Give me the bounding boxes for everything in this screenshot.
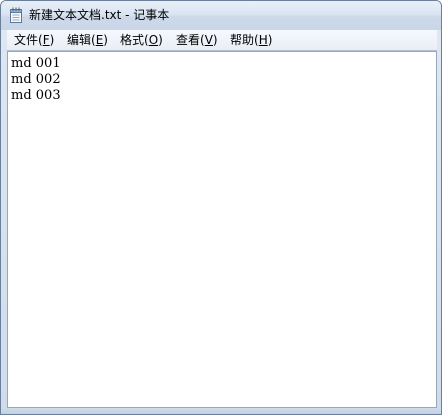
editor-line: md 002 (11, 72, 61, 87)
notepad-window: 新建文本文档.txt - 记事本 文件(F) 编辑(E) 格式(O) 查看(V)… (0, 0, 442, 415)
menu-view-suffix: ) (212, 33, 218, 47)
menu-file-label: 文件( (14, 33, 43, 47)
menu-view-accel: V (204, 33, 213, 47)
menu-format-suffix: ) (158, 33, 163, 47)
menu-bar: 文件(F) 编辑(E) 格式(O) 查看(V) 帮助(H) (7, 30, 437, 51)
menu-format[interactable]: 格式(O) (117, 32, 166, 48)
notepad-icon (10, 7, 22, 23)
menu-edit-suffix: ) (103, 33, 108, 47)
menu-edit-label: 编辑( (67, 33, 96, 47)
menu-file[interactable]: 文件(F) (11, 32, 57, 48)
title-bar[interactable]: 新建文本文档.txt - 记事本 (1, 1, 441, 30)
menu-format-accel: O (148, 33, 159, 47)
menu-help-suffix: ) (267, 33, 273, 47)
menu-edit[interactable]: 编辑(E) (64, 32, 111, 48)
window-bottom-frame (1, 408, 441, 414)
menu-help-accel: H (258, 33, 268, 47)
menu-view-label: 查看( (176, 33, 205, 47)
menu-file-accel: F (42, 33, 50, 47)
window-title: 新建文本文档.txt - 记事本 (29, 8, 170, 22)
menu-help-label: 帮助( (230, 33, 259, 47)
menu-file-suffix: ) (49, 33, 55, 47)
text-editor[interactable]: md 001 md 002 md 003 (7, 51, 437, 408)
editor-line: md 003 (11, 88, 61, 103)
menu-format-label: 格式( (120, 33, 149, 47)
editor-line: md 001 (11, 56, 61, 71)
menu-view[interactable]: 查看(V) (173, 32, 221, 48)
menu-help[interactable]: 帮助(H) (227, 32, 275, 48)
